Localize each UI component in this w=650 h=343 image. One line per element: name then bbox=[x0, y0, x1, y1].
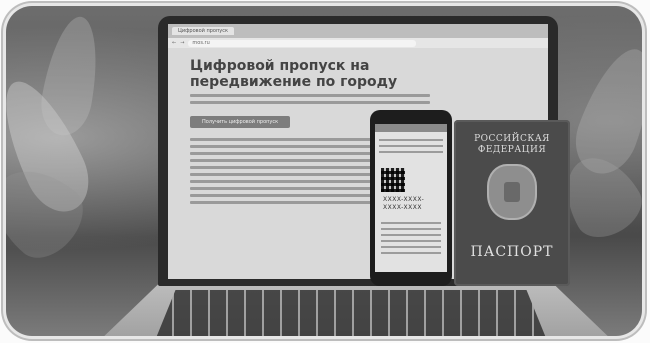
text-line bbox=[381, 246, 441, 248]
text-line bbox=[381, 252, 441, 254]
phone-top-bar bbox=[375, 124, 447, 132]
back-icon[interactable]: ← bbox=[172, 40, 176, 46]
browser-address-row: ← → mos.ru bbox=[168, 38, 548, 48]
phone-body-text bbox=[381, 218, 441, 258]
text-line bbox=[381, 228, 441, 230]
phone-screen: XXXX-XXXX- XXXX-XXXX bbox=[375, 124, 447, 272]
laptop-keyboard bbox=[156, 290, 546, 336]
emblem-shield bbox=[504, 182, 520, 202]
text-line bbox=[379, 151, 443, 153]
coat-of-arms-icon bbox=[487, 164, 537, 220]
browser-tab[interactable]: Цифровой пропуск bbox=[172, 27, 234, 35]
passport-label: ПАСПОРТ bbox=[470, 244, 554, 260]
text-line bbox=[381, 234, 441, 236]
get-pass-button[interactable]: Получить цифровой пропуск bbox=[190, 116, 291, 128]
text-line bbox=[190, 101, 430, 104]
passport: РОССИЙСКАЯ ФЕДЕРАЦИЯ ПАСПОРТ bbox=[454, 120, 570, 286]
pass-code-line: XXXX-XXXX bbox=[383, 204, 422, 211]
text-line bbox=[190, 94, 430, 97]
text-line bbox=[379, 139, 443, 141]
smartphone: XXXX-XXXX- XXXX-XXXX bbox=[370, 110, 452, 286]
phone-text bbox=[375, 132, 447, 160]
plant-leaf bbox=[35, 12, 107, 140]
text-line bbox=[381, 240, 441, 242]
text-line bbox=[379, 145, 443, 147]
page-title: Цифровой пропуск на передвижение по горо… bbox=[190, 58, 398, 90]
forward-icon[interactable]: → bbox=[180, 40, 184, 46]
pass-code-line: XXXX-XXXX- bbox=[383, 196, 425, 203]
photo: Цифровой пропуск ← → mos.ru Цифровой про… bbox=[6, 6, 642, 336]
text-line bbox=[381, 222, 441, 224]
passport-title: РОССИЙСКАЯ ФЕДЕРАЦИЯ bbox=[474, 134, 550, 155]
qr-code-icon bbox=[381, 168, 405, 192]
url-field[interactable]: mos.ru bbox=[188, 39, 417, 47]
pass-code: XXXX-XXXX- XXXX-XXXX bbox=[383, 196, 424, 212]
browser-tab-bar: Цифровой пропуск bbox=[168, 24, 548, 38]
page-subtitle bbox=[190, 94, 430, 104]
